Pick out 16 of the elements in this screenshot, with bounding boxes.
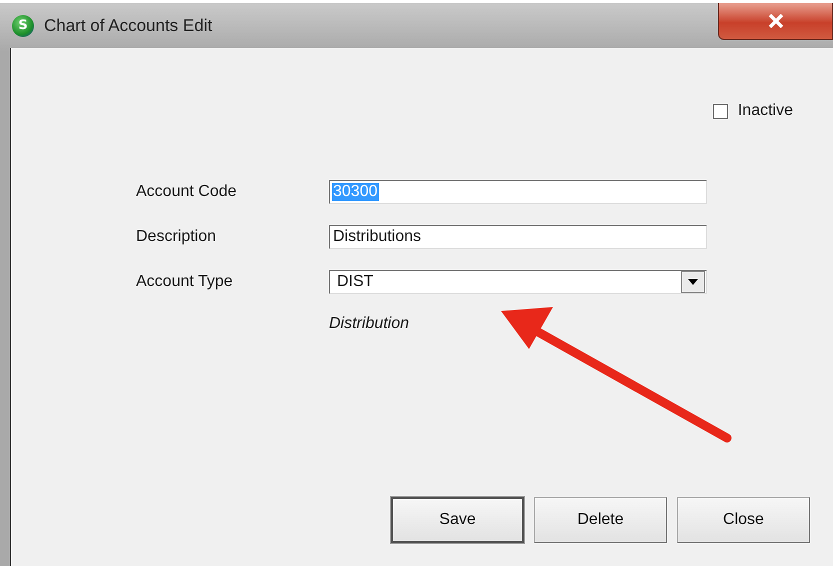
type-description: Distribution	[329, 315, 410, 333]
app-logo: S	[12, 14, 34, 36]
dropdown-button[interactable]	[681, 271, 705, 293]
caret-icon	[688, 279, 698, 285]
field-label: Account Type	[136, 273, 234, 291]
dialog-button[interactable]: Save	[391, 497, 524, 543]
close-button[interactable]	[718, 3, 833, 40]
account-type-dropdown[interactable]: DIST	[329, 270, 707, 294]
inactive-label: Inactive	[738, 102, 793, 120]
dialog-button[interactable]: Close	[677, 497, 810, 543]
window-title: Chart of Accounts Edit	[44, 16, 212, 36]
field-label: Account Code	[136, 183, 238, 201]
close-icon	[768, 14, 784, 28]
input-field[interactable]: Distributions	[329, 225, 707, 249]
dialog-button[interactable]: Delete	[534, 497, 667, 543]
field-label: Description	[136, 228, 218, 246]
